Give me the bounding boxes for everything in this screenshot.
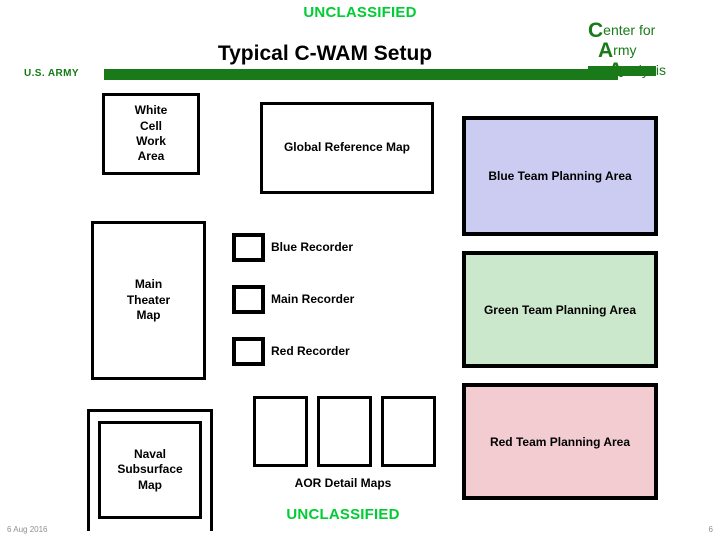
classification-banner-bottom: UNCLASSIFIED bbox=[286, 506, 400, 523]
aor-detail-maps-caption: AOR Detail Maps bbox=[294, 476, 392, 490]
caa-logo-line-1: Center for bbox=[588, 20, 655, 41]
main-theater-map-box: Main Theater Map bbox=[91, 221, 206, 380]
green-team-planning-area-label: Green Team Planning Area bbox=[483, 302, 637, 317]
footer-page-number: 6 bbox=[708, 525, 713, 534]
main-recorder-box bbox=[232, 285, 265, 314]
blue-recorder-box bbox=[232, 233, 265, 262]
slide-canvas: UNCLASSIFIED Typical C-WAM Setup U.S. AR… bbox=[0, 0, 720, 540]
red-team-planning-area: Red Team Planning Area bbox=[462, 383, 658, 500]
white-cell-work-area-label: White Cell Work Area bbox=[134, 103, 168, 164]
main-recorder-label: Main Recorder bbox=[271, 292, 355, 306]
white-cell-work-area-box: White Cell Work Area bbox=[102, 93, 200, 175]
caa-logo-bar bbox=[588, 66, 656, 76]
red-team-planning-area-label: Red Team Planning Area bbox=[489, 434, 631, 449]
naval-subsurface-map-box: Naval Subsurface Map bbox=[98, 421, 202, 519]
caa-logo: Center for Army Analysis bbox=[588, 20, 718, 82]
naval-subsurface-map-label: Naval Subsurface Map bbox=[117, 446, 183, 492]
footer-date: 6 Aug 2016 bbox=[7, 525, 48, 534]
red-recorder-label: Red Recorder bbox=[271, 344, 350, 358]
blue-team-planning-area: Blue Team Planning Area bbox=[462, 116, 658, 236]
classification-banner-top: UNCLASSIFIED bbox=[303, 4, 417, 21]
caa-logo-text-center: enter for bbox=[603, 22, 656, 38]
main-theater-map-label: Main Theater Map bbox=[126, 277, 171, 323]
page-title: Typical C-WAM Setup bbox=[217, 42, 433, 65]
aor-detail-map-box bbox=[317, 396, 372, 467]
aor-detail-map-box bbox=[381, 396, 436, 467]
global-reference-map-label: Global Reference Map bbox=[283, 140, 411, 155]
header-rule bbox=[104, 69, 618, 80]
global-reference-map-box: Global Reference Map bbox=[260, 102, 434, 194]
blue-recorder-label: Blue Recorder bbox=[271, 240, 354, 254]
blue-team-planning-area-label: Blue Team Planning Area bbox=[488, 169, 632, 183]
caa-logo-text-army: rmy bbox=[613, 42, 637, 58]
green-team-planning-area: Green Team Planning Area bbox=[462, 251, 658, 368]
aor-detail-map-box bbox=[253, 396, 308, 467]
red-recorder-box bbox=[232, 337, 265, 366]
caa-logo-line-2: Army bbox=[598, 40, 637, 61]
us-army-label: U.S. ARMY bbox=[24, 68, 79, 79]
